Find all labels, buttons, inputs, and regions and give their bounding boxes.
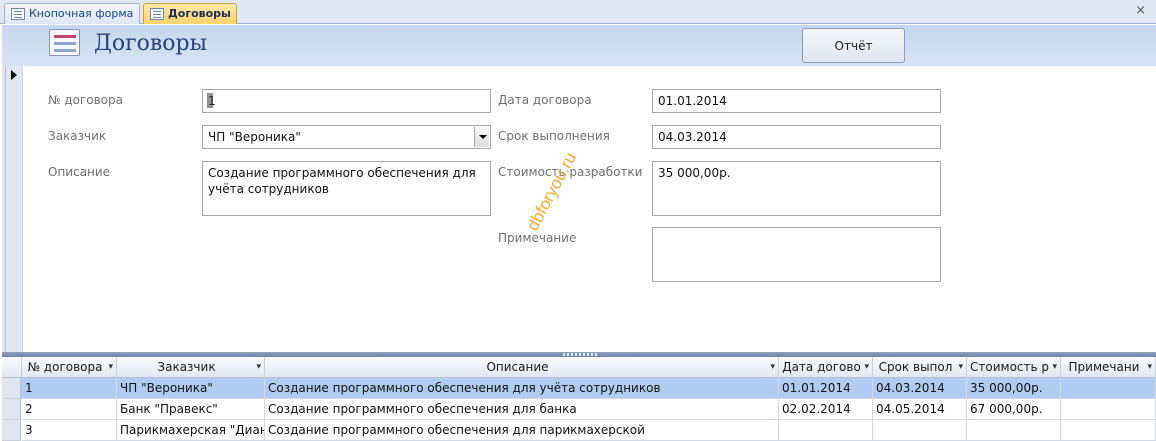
contract-date-value: 01.01.2014 [658,94,727,108]
tab-label: Кнопочная форма [29,7,134,20]
deadline-field[interactable]: 04.03.2014 [652,125,941,149]
row-selector[interactable] [2,378,21,399]
datasheet-header: № договора Заказчик Описание Дата догово… [2,357,1156,378]
current-record-arrow-icon [11,70,17,80]
cell-customer[interactable]: ЧП "Вероника" [117,378,265,399]
splitter-grip-icon[interactable] [563,353,597,356]
column-header-note[interactable]: Примечани [1061,357,1156,378]
cell-description[interactable]: Создание программного обеспечения для ба… [265,399,779,420]
contract-no-value: 1 [208,94,216,108]
form-header: Договоры Отчёт [2,25,1156,66]
cell-contract-date[interactable]: 02.02.2014 [779,399,873,420]
table-row[interactable]: 1 ЧП "Вероника" Создание программного об… [2,378,1156,399]
row-selector[interactable] [2,399,21,420]
cell-cost[interactable]: 67 000,00р. [967,399,1061,420]
customer-combobox[interactable]: ЧП "Вероника" [202,125,491,149]
cell-description[interactable]: Создание программного обеспечения для па… [265,420,779,441]
table-row[interactable]: 3 Парикмахерская "Диана" Создание програ… [2,420,1156,441]
form-icon [49,29,80,56]
cell-note[interactable] [1061,420,1156,441]
customer-value: ЧП "Вероника" [208,130,301,144]
cell-contract-no[interactable]: 2 [22,399,117,420]
record-selector[interactable] [6,66,23,352]
cell-contract-date[interactable]: 01.01.2014 [779,378,873,399]
cell-customer[interactable]: Банк "Правекс" [117,399,265,420]
row-selector[interactable] [2,420,21,441]
cell-deadline[interactable]: 04.03.2014 [873,378,967,399]
cell-contract-no[interactable]: 1 [22,378,117,399]
access-window: Кнопочная форма Договоры × Договоры Отчё… [0,0,1156,441]
tab-label: Договоры [168,7,231,20]
cell-deadline[interactable] [873,420,967,441]
chevron-down-icon[interactable] [474,127,489,147]
customer-label: Заказчик [48,129,107,143]
column-header-description[interactable]: Описание [265,357,779,378]
contract-date-field[interactable]: 01.01.2014 [652,89,941,113]
form-icon [11,8,25,20]
deadline-label: Срок выполнения [498,129,610,143]
form-detail: № договора 1 Заказчик ЧП "Вероника" Опис… [23,66,1156,352]
column-header-contract-date[interactable]: Дата догово [779,357,873,378]
table-row[interactable]: 2 Банк "Правекс" Создание программного о… [2,399,1156,420]
form-title: Договоры [94,31,208,56]
cell-note[interactable] [1061,399,1156,420]
tab-contracts[interactable]: Договоры [143,3,237,24]
cell-note[interactable] [1061,378,1156,399]
select-all-corner[interactable] [2,357,22,378]
document-tab-strip: Кнопочная форма Договоры × [0,0,1156,24]
report-button[interactable]: Отчёт [802,28,905,63]
column-header-contract-no[interactable]: № договора [22,357,117,378]
column-header-cost[interactable]: Стоимость р [967,357,1061,378]
column-header-customer[interactable]: Заказчик [117,357,265,378]
description-value: Создание программного обеспечения для уч… [208,166,476,196]
note-field[interactable] [652,227,941,282]
deadline-value: 04.03.2014 [658,130,727,144]
cell-customer[interactable]: Парикмахерская "Диана" [117,420,265,441]
contract-no-label: № договора [48,93,123,107]
close-icon[interactable]: × [1135,3,1146,19]
note-label: Примечание [498,231,577,245]
cost-field[interactable]: 35 000,00р. [652,161,941,216]
cell-deadline[interactable]: 04.05.2014 [873,399,967,420]
contract-no-field[interactable]: 1 [202,89,491,113]
cell-cost[interactable]: 35 000,00р. [967,378,1061,399]
cost-value: 35 000,00р. [658,166,731,180]
form-icon [150,8,164,20]
contract-date-label: Дата договора [498,93,592,107]
cell-contract-date[interactable] [779,420,873,441]
cell-contract-no[interactable]: 3 [22,420,117,441]
tab-switchboard[interactable]: Кнопочная форма [4,3,140,24]
description-field[interactable]: Создание программного обеспечения для уч… [202,161,491,216]
description-label: Описание [48,165,111,179]
datasheet: № договора Заказчик Описание Дата догово… [2,357,1156,441]
cell-cost[interactable] [967,420,1061,441]
column-header-deadline[interactable]: Срок выпол [873,357,967,378]
cell-description[interactable]: Создание программного обеспечения для уч… [265,378,779,399]
